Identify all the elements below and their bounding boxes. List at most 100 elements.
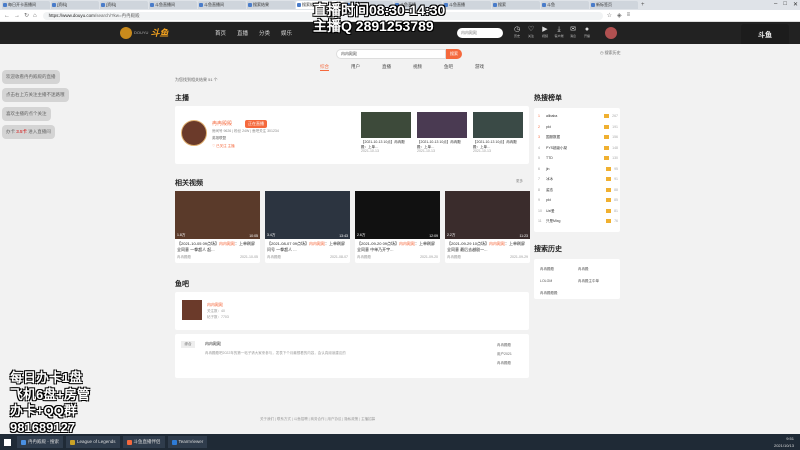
taskbar-app[interactable]: League of Legends bbox=[66, 436, 120, 448]
video-title[interactable]: 【2021-09-20 09点场】冉冉殿殿：上单刷屏 全同意 中单乃开宇... bbox=[355, 239, 440, 254]
ranking-row[interactable]: 8 姿态 88 bbox=[538, 185, 618, 195]
taskbar-app[interactable]: 斗鱼直播伴侣 bbox=[122, 436, 165, 448]
video-title[interactable]: 【2021-08-07 09点场】冉冉殿殿：上单刷屏 问号 一拳超人 ... bbox=[265, 239, 350, 254]
ranking-row[interactable]: 9 pkt 85 bbox=[538, 195, 618, 205]
user-avatar[interactable] bbox=[605, 27, 617, 39]
search-history-item[interactable]: 冉冉殿殿殿 bbox=[540, 291, 558, 296]
ranking-row[interactable]: 3 国服数据 156 bbox=[538, 132, 618, 142]
home-icon[interactable]: ⌂ bbox=[33, 13, 37, 19]
forward-icon[interactable]: → bbox=[14, 13, 20, 19]
ranking-row[interactable]: 5 TTD 130 bbox=[538, 153, 618, 163]
menu-icon[interactable]: ≡ bbox=[627, 12, 631, 19]
video-thumbnail[interactable]: 1.8万 10:05 bbox=[175, 191, 260, 239]
taskbar-app[interactable]: 冉冉殿殿 - 搜索 bbox=[17, 436, 63, 448]
follow-button[interactable]: ♡ 已关注 主播 bbox=[212, 144, 235, 149]
header-live-button[interactable]: ● 开播 bbox=[582, 26, 592, 38]
video-thumbnail[interactable]: 2.6万 12:09 bbox=[355, 191, 440, 239]
browser-tab[interactable]: 新标签页 bbox=[590, 1, 638, 9]
nav-item[interactable]: 直播 bbox=[237, 29, 248, 37]
ranking-row[interactable]: 6 jin 95 bbox=[538, 164, 618, 174]
search-button[interactable]: 搜索 bbox=[446, 49, 462, 59]
ranking-name[interactable]: Uzi爱 bbox=[546, 206, 606, 216]
ranking-name[interactable]: 只是Mlxg bbox=[546, 216, 606, 226]
search-tab[interactable]: 综合 bbox=[320, 64, 329, 71]
ranking-name[interactable]: alibaba bbox=[546, 111, 604, 121]
video-author[interactable]: 冉冉殿殿 bbox=[177, 255, 191, 260]
video-author[interactable]: 冉冉殿殿 bbox=[357, 255, 371, 260]
browser-tab[interactable]: 搜索结果 bbox=[247, 1, 295, 9]
yuba-name[interactable]: 冉冉殿殿 bbox=[207, 302, 223, 308]
ranking-name[interactable]: 国服数据 bbox=[546, 132, 604, 142]
ranking-name[interactable]: 冰冰 bbox=[546, 174, 606, 184]
anchor-video-thumb[interactable] bbox=[473, 112, 523, 138]
ranking-name[interactable]: 姿态 bbox=[546, 185, 606, 195]
header-history-button[interactable]: ◷ 历史 bbox=[512, 26, 522, 38]
ranking-row[interactable]: 2 pkt 191 bbox=[538, 122, 618, 132]
ranking-row[interactable]: 7 冰冰 91 bbox=[538, 174, 618, 184]
search-history-link[interactable]: ◷ 搜索历史 bbox=[600, 50, 621, 56]
video-card[interactable]: 2.2万 11:23 【2021-09-29 10点场】冉冉殿殿：上单刷屏 全同意 … bbox=[445, 191, 530, 263]
reload-icon[interactable]: ↻ bbox=[24, 12, 29, 19]
nav-item[interactable]: 娱乐 bbox=[281, 29, 292, 37]
search-input[interactable]: 冉冉殿殿 bbox=[336, 49, 446, 59]
search-tab[interactable]: 直播 bbox=[382, 64, 391, 71]
header-video-button[interactable]: ▶ 视频 bbox=[540, 26, 550, 38]
search-history-item[interactable]: 冉冉殿主中单 bbox=[578, 279, 599, 284]
anchor-name[interactable]: 冉冉殿殿 bbox=[212, 120, 232, 127]
browser-tab[interactable]: 每日开卡直播间 bbox=[2, 1, 50, 9]
yuba-card[interactable]: 冉冉殿殿 关注数：40 帖子数：7703 bbox=[175, 292, 529, 330]
taskbar-app[interactable]: TeamViewer bbox=[167, 436, 208, 448]
anchor-video-caption[interactable]: 【2021-10-13 10点】冉冉殿殿：上单… 2021-10-13 bbox=[361, 140, 411, 154]
anchor-video-thumb[interactable] bbox=[417, 112, 467, 138]
anchor-card[interactable]: 冉冉殿殿 正在直播 房间号 9626 | 粉丝 24W | 鱼吧关注 30123… bbox=[175, 106, 529, 164]
ranking-row[interactable]: 1 alibaba 267 bbox=[538, 111, 618, 121]
start-button[interactable] bbox=[0, 434, 14, 450]
ranking-name[interactable]: pkt bbox=[546, 122, 604, 132]
ranking-row[interactable]: 10 Uzi爱 81 bbox=[538, 206, 618, 216]
system-tray-clock[interactable]: 9:51 2021/10/13 bbox=[774, 435, 794, 449]
video-thumbnail[interactable]: 2.2万 11:23 bbox=[445, 191, 530, 239]
post-title[interactable]: 冉冉殿殿 bbox=[205, 341, 221, 347]
video-title[interactable]: 【2021-10-05 09点场】冉冉殿殿：上单刷屏 全同意 一拳超人 起... bbox=[175, 239, 260, 254]
new-tab-icon[interactable]: + bbox=[641, 2, 645, 8]
maximize-icon[interactable]: □ bbox=[783, 1, 787, 8]
video-card[interactable]: 2.6万 12:09 【2021-09-20 09点场】冉冉殿殿：上单刷屏 全同意 … bbox=[355, 191, 440, 263]
browser-tab[interactable]: 斗鱼直播间 bbox=[198, 1, 246, 9]
ranking-row[interactable]: 11 只是Mlxg 76 bbox=[538, 216, 618, 226]
video-card[interactable]: 3.4万 13:43 【2021-08-07 09点场】冉冉殿殿：上单刷屏 问号 一… bbox=[265, 191, 350, 263]
videos-more-link[interactable]: 更多 bbox=[516, 179, 523, 184]
browser-tab[interactable]: 斗鱼直播 bbox=[443, 1, 491, 9]
browser-tab[interactable]: 斗鱼 bbox=[541, 1, 589, 9]
browser-tab[interactable]: [资料] bbox=[100, 1, 148, 9]
site-logo[interactable]: DOUYU 斗鱼 bbox=[120, 26, 168, 39]
search-tab[interactable]: 游戏 bbox=[475, 64, 484, 71]
header-search-input[interactable]: 冉冉殿殿 bbox=[457, 28, 503, 38]
close-icon[interactable]: ✕ bbox=[793, 1, 798, 8]
anchor-video-thumb[interactable] bbox=[361, 112, 411, 138]
browser-tab[interactable]: 搜索 bbox=[492, 1, 540, 9]
search-tab[interactable]: 用户 bbox=[351, 64, 360, 71]
nav-item[interactable]: 分类 bbox=[259, 29, 270, 37]
search-history-item[interactable]: 冉冉殿殿 bbox=[540, 267, 554, 272]
star-icon[interactable]: ☆ bbox=[607, 12, 612, 19]
search-tab[interactable]: 鱼吧 bbox=[444, 64, 453, 71]
header-download-button[interactable]: ⤓ 客户端 bbox=[554, 26, 564, 38]
ranking-name[interactable]: TTD bbox=[546, 153, 604, 163]
ranking-row[interactable]: 4 PYS超级小桀 148 bbox=[538, 143, 618, 153]
ranking-name[interactable]: jin bbox=[546, 164, 606, 174]
browser-tab[interactable]: 斗鱼直播间 bbox=[149, 1, 197, 9]
video-author[interactable]: 冉冉殿殿 bbox=[267, 255, 281, 260]
anchor-video-caption[interactable]: 【2021-10-13 10点】冉冉殿殿：上单… 2021-10-13 bbox=[417, 140, 467, 154]
video-title[interactable]: 【2021-09-29 10点场】冉冉殿殿：上单刷屏 全同意 最后去越剧一... bbox=[445, 239, 530, 254]
nav-item[interactable]: 首页 bbox=[215, 29, 226, 37]
minimize-icon[interactable]: – bbox=[774, 1, 777, 8]
live-badge[interactable]: 正在直播 bbox=[245, 120, 267, 128]
anchor-video-caption[interactable]: 【2021-10-13 10点】冉冉殿殿：上单… 2021-10-13 bbox=[473, 140, 523, 154]
header-message-button[interactable]: ✉ 消息 bbox=[568, 26, 578, 38]
browser-tab[interactable]: [资料] bbox=[51, 1, 99, 9]
search-history-item[interactable]: LOLGM bbox=[540, 279, 552, 283]
header-follow-button[interactable]: ♡ 关注 bbox=[526, 26, 536, 38]
ranking-name[interactable]: pkt bbox=[546, 195, 606, 205]
video-card[interactable]: 1.8万 10:05 【2021-10-05 09点场】冉冉殿殿：上单刷屏 全同意 … bbox=[175, 191, 260, 263]
post-card[interactable]: 综合 冉冉殿殿 冉冉殿殿吧2022年的第一帖子请大家来参与，发表下个月最想看的内… bbox=[175, 334, 529, 378]
